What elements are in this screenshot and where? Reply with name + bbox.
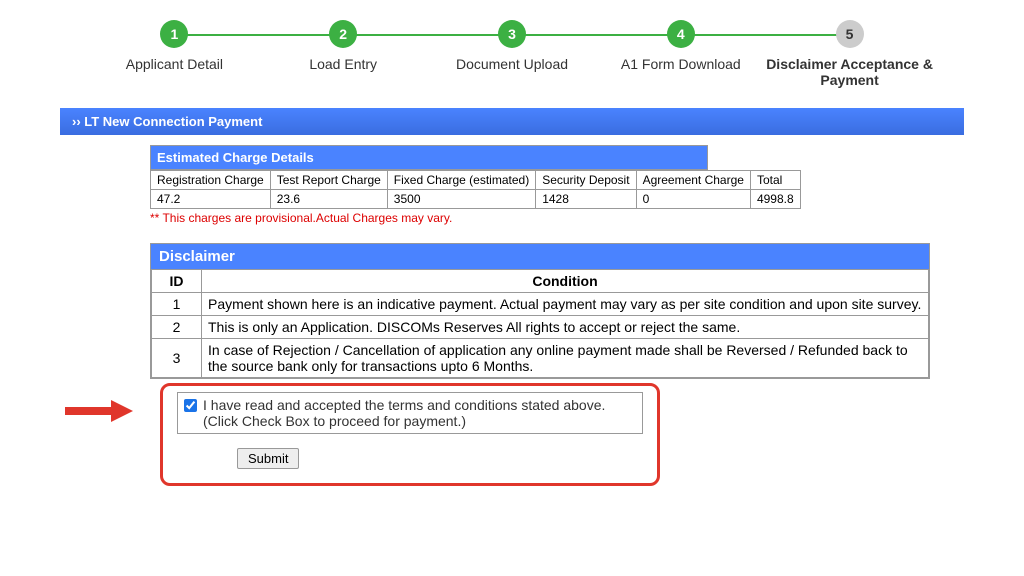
col-total: Total: [750, 171, 800, 190]
submit-button[interactable]: Submit: [237, 448, 299, 469]
step-number: 3: [498, 20, 526, 48]
step-label: A1 Form Download: [596, 56, 765, 72]
accept-terms-text: I have read and accepted the terms and c…: [203, 397, 605, 429]
cell-total: 4998.8: [750, 190, 800, 209]
step-label: Applicant Detail: [90, 56, 259, 72]
accept-terms-checkbox[interactable]: [184, 399, 197, 412]
col-security-deposit: Security Deposit: [536, 171, 636, 190]
estimated-charges-block: Estimated Charge Details Registration Ch…: [150, 145, 874, 227]
table-row: 3 In case of Rejection / Cancellation of…: [152, 339, 929, 378]
step-disclaimer-payment: 5 Disclaimer Acceptance & Payment: [765, 20, 934, 88]
cell-id: 2: [152, 316, 202, 339]
estimated-charges-note: ** This charges are provisional.Actual C…: [150, 209, 874, 227]
col-condition: Condition: [202, 270, 929, 293]
col-agreement-charge: Agreement Charge: [636, 171, 750, 190]
cell-condition: Payment shown here is an indicative paym…: [202, 293, 929, 316]
cell-id: 3: [152, 339, 202, 378]
cell-condition: In case of Rejection / Cancellation of a…: [202, 339, 929, 378]
cell-agreement-charge: 0: [636, 190, 750, 209]
cell-fixed-charge: 3500: [387, 190, 535, 209]
disclaimer-table: ID Condition 1 Payment shown here is an …: [151, 269, 929, 378]
step-document-upload: 3 Document Upload: [428, 20, 597, 72]
arrow-annotation-icon: [65, 400, 135, 422]
col-fixed-charge: Fixed Charge (estimated): [387, 171, 535, 190]
step-label: Disclaimer Acceptance & Payment: [765, 56, 934, 88]
step-a1-form-download: 4 A1 Form Download: [596, 20, 765, 72]
table-row-header: Registration Charge Test Report Charge F…: [151, 171, 801, 190]
table-row-values: 47.2 23.6 3500 1428 0 4998.8: [151, 190, 801, 209]
col-id: ID: [152, 270, 202, 293]
step-load-entry: 2 Load Entry: [259, 20, 428, 72]
accept-terms-row: I have read and accepted the terms and c…: [177, 392, 643, 434]
cell-test-report-charge: 23.6: [270, 190, 387, 209]
col-test-report-charge: Test Report Charge: [270, 171, 387, 190]
step-applicant-detail: 1 Applicant Detail: [90, 20, 259, 72]
estimated-charges-header: Estimated Charge Details: [150, 145, 708, 170]
step-number: 4: [667, 20, 695, 48]
estimated-charges-table: Registration Charge Test Report Charge F…: [150, 170, 801, 209]
step-number: 2: [329, 20, 357, 48]
cell-condition: This is only an Application. DISCOMs Res…: [202, 316, 929, 339]
progress-stepper: 1 Applicant Detail 2 Load Entry 3 Docume…: [90, 20, 934, 88]
step-number: 5: [836, 20, 864, 48]
disclaimer-header: Disclaimer: [151, 244, 929, 269]
step-label: Document Upload: [428, 56, 597, 72]
table-row: 2 This is only an Application. DISCOMs R…: [152, 316, 929, 339]
table-row-header: ID Condition: [152, 270, 929, 293]
col-registration-charge: Registration Charge: [151, 171, 271, 190]
disclaimer-block: Disclaimer ID Condition 1 Payment shown …: [150, 243, 930, 379]
section-header: ›› LT New Connection Payment: [60, 108, 964, 135]
step-label: Load Entry: [259, 56, 428, 72]
cell-registration-charge: 47.2: [151, 190, 271, 209]
step-number: 1: [160, 20, 188, 48]
table-row: 1 Payment shown here is an indicative pa…: [152, 293, 929, 316]
accept-highlight-box: I have read and accepted the terms and c…: [160, 383, 660, 486]
cell-id: 1: [152, 293, 202, 316]
cell-security-deposit: 1428: [536, 190, 636, 209]
